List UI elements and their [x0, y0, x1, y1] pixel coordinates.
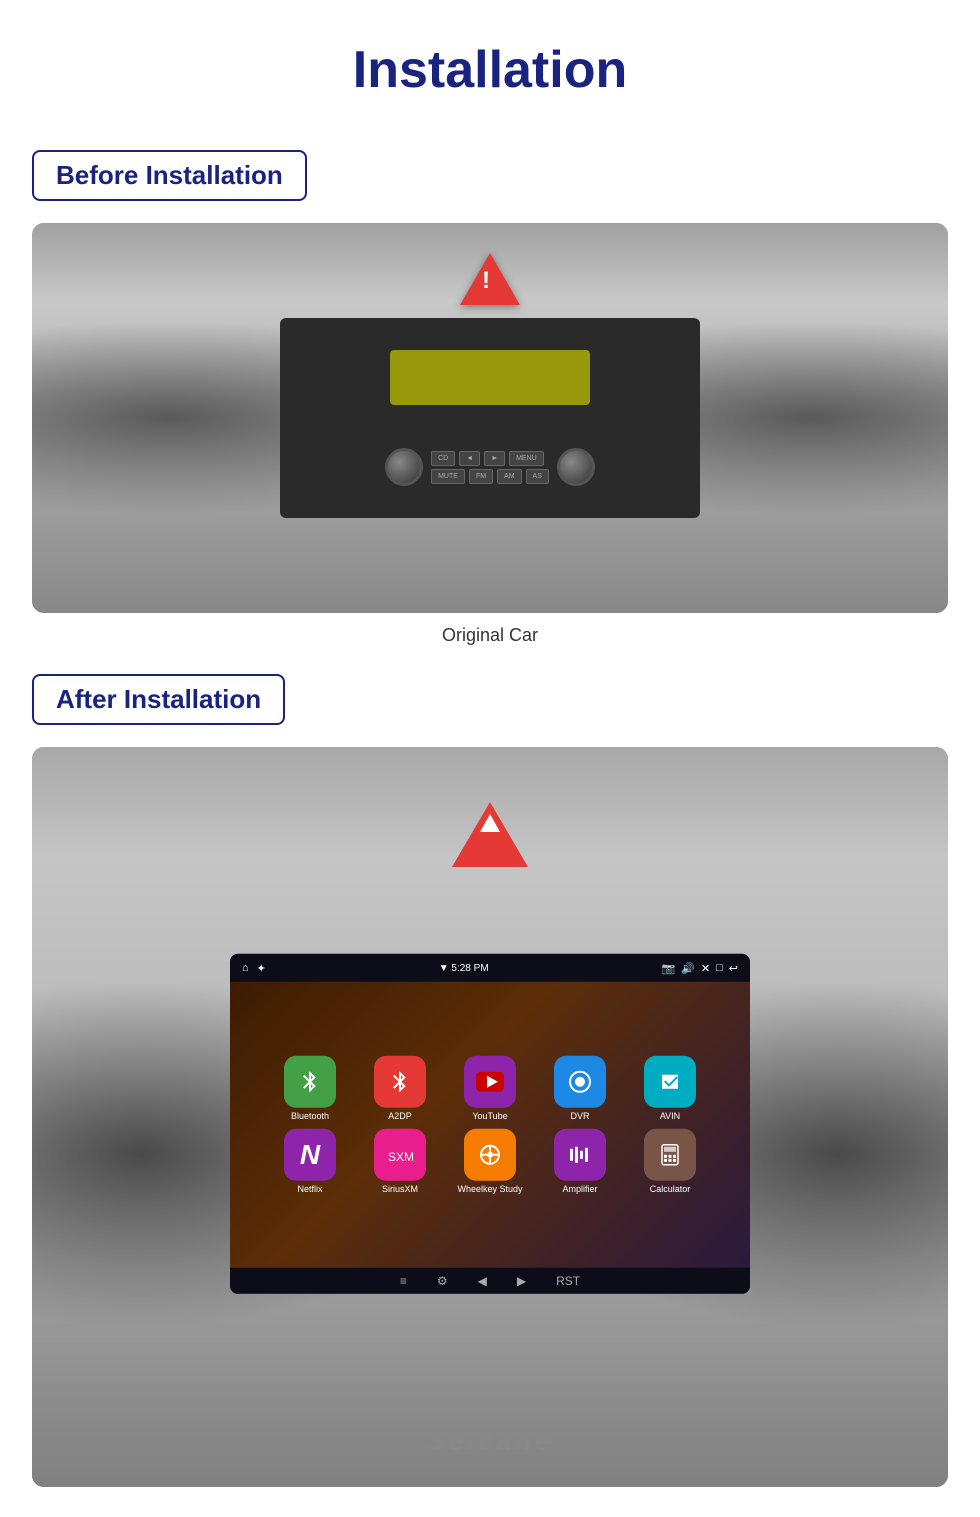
nav-reset-icon: RST	[556, 1274, 580, 1288]
page-title: Installation	[0, 20, 980, 120]
volume-status-icon: 🔊	[681, 961, 695, 974]
status-time: 5:28 PM	[451, 962, 488, 973]
dash-mute-btn: MUTE	[431, 469, 465, 484]
original-dashboard: CD ◄ ► MENU MUTE FM AM AS	[280, 318, 700, 518]
app-wheelkey[interactable]: Wheelkey Study	[450, 1129, 530, 1194]
android-app-content: Bluetooth A2DP	[230, 982, 750, 1268]
nav-arrow-right-icon: ▶	[517, 1274, 526, 1288]
nav-settings-icon: ⚙	[437, 1274, 448, 1288]
android-head-unit: ⌂ ✦ ▼ 5:28 PM 📷 🔊 ✕ □ ↩	[230, 954, 750, 1294]
dash-as-btn: AS	[526, 469, 549, 484]
app-row-2: N Netflix SXM SiriusXM	[240, 1129, 740, 1194]
window-status-icon: □	[716, 961, 723, 974]
android-status-bar: ⌂ ✦ ▼ 5:28 PM 📷 🔊 ✕ □ ↩	[230, 954, 750, 982]
back-status-icon: ↩	[729, 961, 738, 974]
app-calculator[interactable]: Calculator	[630, 1129, 710, 1194]
dash-prev-btn: ◄	[459, 451, 480, 466]
app-amplifier[interactable]: Amplifier	[540, 1129, 620, 1194]
youtube-label: YouTube	[472, 1111, 507, 1121]
before-caption: Original Car	[0, 625, 980, 646]
after-installation-label: After Installation	[32, 674, 285, 725]
app-youtube[interactable]: YouTube	[450, 1056, 530, 1121]
a2dp-icon	[374, 1056, 426, 1108]
dash-lcd-display	[390, 350, 590, 405]
app-grid: Bluetooth A2DP	[240, 992, 740, 1258]
app-netflix[interactable]: N Netflix	[270, 1129, 350, 1194]
dvr-label: DVR	[570, 1111, 589, 1121]
wheelkey-label: Wheelkey Study	[457, 1184, 522, 1194]
siriusxm-label: SiriusXM	[382, 1184, 418, 1194]
app-a2dp[interactable]: A2DP	[360, 1056, 440, 1121]
app-avin[interactable]: AVIN	[630, 1056, 710, 1121]
app-row-1: Bluetooth A2DP	[240, 1056, 740, 1121]
app-dvr[interactable]: DVR	[540, 1056, 620, 1121]
dash-left-knob	[385, 448, 423, 486]
dash-am-btn: AM	[497, 469, 522, 484]
wheelkey-icon	[464, 1129, 516, 1181]
netflix-label: Netflix	[297, 1184, 322, 1194]
calculator-icon	[644, 1129, 696, 1181]
after-installation-image: ⌂ ✦ ▼ 5:28 PM 📷 🔊 ✕ □ ↩	[32, 747, 948, 1487]
siriusxm-icon: SXM	[374, 1129, 426, 1181]
avin-icon	[644, 1056, 696, 1108]
android-nav-bar: ≡ ⚙ ◀ ▶ RST	[230, 1268, 750, 1294]
dash-menu-btn: MENU	[509, 451, 544, 466]
nav-arrow-left-icon: ◀	[478, 1274, 487, 1288]
warning-triangle-after-icon	[452, 802, 528, 867]
camera-status-icon: 📷	[662, 961, 676, 974]
app-siriusxm[interactable]: SXM SiriusXM	[360, 1129, 440, 1194]
a2dp-label: A2DP	[388, 1111, 412, 1121]
netflix-icon: N	[284, 1129, 336, 1181]
before-installation-image: CD ◄ ► MENU MUTE FM AM AS	[32, 223, 948, 613]
close-status-icon: ✕	[701, 961, 710, 974]
settings-status-icon: ✦	[257, 961, 266, 974]
warning-triangle-icon	[460, 253, 520, 305]
dash-cd-btn: CD	[431, 451, 455, 466]
home-status-icon: ⌂	[242, 961, 249, 974]
calculator-label: Calculator	[650, 1184, 691, 1194]
dash-fm-btn: FM	[469, 469, 493, 484]
amplifier-label: Amplifier	[562, 1184, 597, 1194]
amplifier-icon	[554, 1129, 606, 1181]
dash-right-knob	[557, 448, 595, 486]
dash-next-btn: ►	[484, 451, 505, 466]
youtube-icon	[464, 1056, 516, 1108]
svg-text:SXM: SXM	[388, 1150, 414, 1164]
nav-menu-icon: ≡	[400, 1274, 407, 1288]
dvr-icon	[554, 1056, 606, 1108]
bluetooth-label: Bluetooth	[291, 1111, 329, 1121]
before-installation-label: Before Installation	[32, 150, 307, 201]
status-signal-icon: ▼	[439, 962, 452, 973]
bluetooth-icon	[284, 1056, 336, 1108]
app-bluetooth[interactable]: Bluetooth	[270, 1056, 350, 1121]
avin-label: AVIN	[660, 1111, 680, 1121]
seicane-brand: Seicane	[427, 1425, 554, 1457]
